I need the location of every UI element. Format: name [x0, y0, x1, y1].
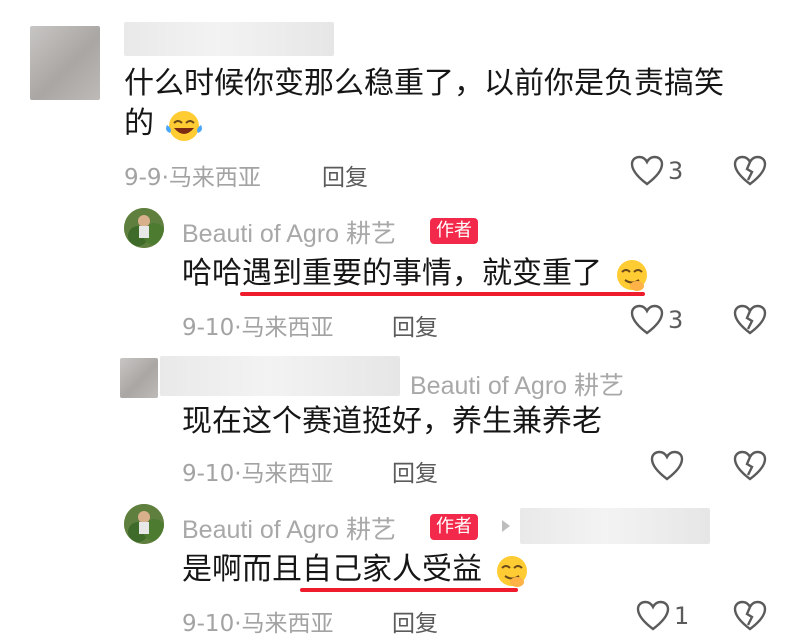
comment-text-tail: 的	[124, 106, 154, 141]
broken-heart-icon[interactable]	[733, 450, 767, 482]
reply-button[interactable]: 回复	[392, 308, 438, 342]
reply-to-name[interactable]: Beauti of Agro 耕艺	[410, 366, 624, 402]
comment-text: 现在这个赛道挺好，养生兼养老	[182, 404, 602, 439]
reply-button[interactable]: 回复	[322, 158, 368, 192]
comment-text: 哈哈遇到重要的事情，就变重了	[182, 254, 652, 294]
comment-meta: 9-10·马来西亚	[182, 611, 334, 637]
reply-target-name-blurred[interactable]	[520, 508, 710, 544]
comment-text-line2: 的	[124, 104, 204, 144]
replier-avatar-blurred[interactable]	[120, 358, 158, 398]
broken-heart-icon[interactable]	[733, 600, 767, 632]
comment-meta: 9-10·马来西亚	[182, 461, 334, 487]
reply-button[interactable]: 回复	[392, 454, 438, 488]
shush-smile-emoji	[496, 555, 527, 587]
author-avatar-image	[124, 208, 164, 248]
author-avatar-image	[124, 504, 164, 544]
commenter-avatar-blurred[interactable]	[30, 26, 100, 100]
heart-outline-icon[interactable]	[630, 304, 664, 336]
like-count: 1	[674, 602, 690, 630]
heart-outline-icon[interactable]	[630, 155, 664, 187]
red-underline	[300, 588, 518, 592]
comment-meta: 9-9·马来西亚	[124, 165, 261, 191]
red-underline	[240, 292, 645, 296]
author-badge: 作者	[430, 218, 478, 244]
comment-text: 是啊而且自己家人受益	[182, 550, 532, 590]
author-name[interactable]: Beauti of Agro 耕艺	[182, 214, 396, 250]
play-triangle-icon	[502, 520, 510, 532]
commenter-name-blurred[interactable]	[124, 22, 334, 56]
heart-outline-icon[interactable]	[636, 600, 670, 632]
comment-text-content: 哈哈遇到重要的事情，就变重了	[182, 256, 602, 291]
laughing-tears-emoji	[165, 110, 202, 141]
heart-outline-icon[interactable]	[650, 450, 684, 482]
reply-button[interactable]: 回复	[392, 604, 438, 638]
author-avatar[interactable]	[124, 208, 164, 248]
broken-heart-icon[interactable]	[733, 155, 767, 187]
author-avatar[interactable]	[124, 504, 164, 544]
author-badge: 作者	[430, 514, 478, 540]
comment-text: 什么时候你变那么稳重了，以前你是负责搞笑	[124, 66, 724, 101]
replier-name-blurred[interactable]	[160, 356, 400, 396]
like-count: 3	[668, 306, 684, 334]
comment-text-content: 是啊而且自己家人受益	[182, 552, 482, 587]
comment-meta: 9-10·马来西亚	[182, 315, 334, 341]
like-count: 3	[668, 157, 684, 185]
shush-smile-emoji	[616, 259, 647, 291]
broken-heart-icon[interactable]	[733, 304, 767, 336]
author-name[interactable]: Beauti of Agro 耕艺	[182, 510, 396, 546]
